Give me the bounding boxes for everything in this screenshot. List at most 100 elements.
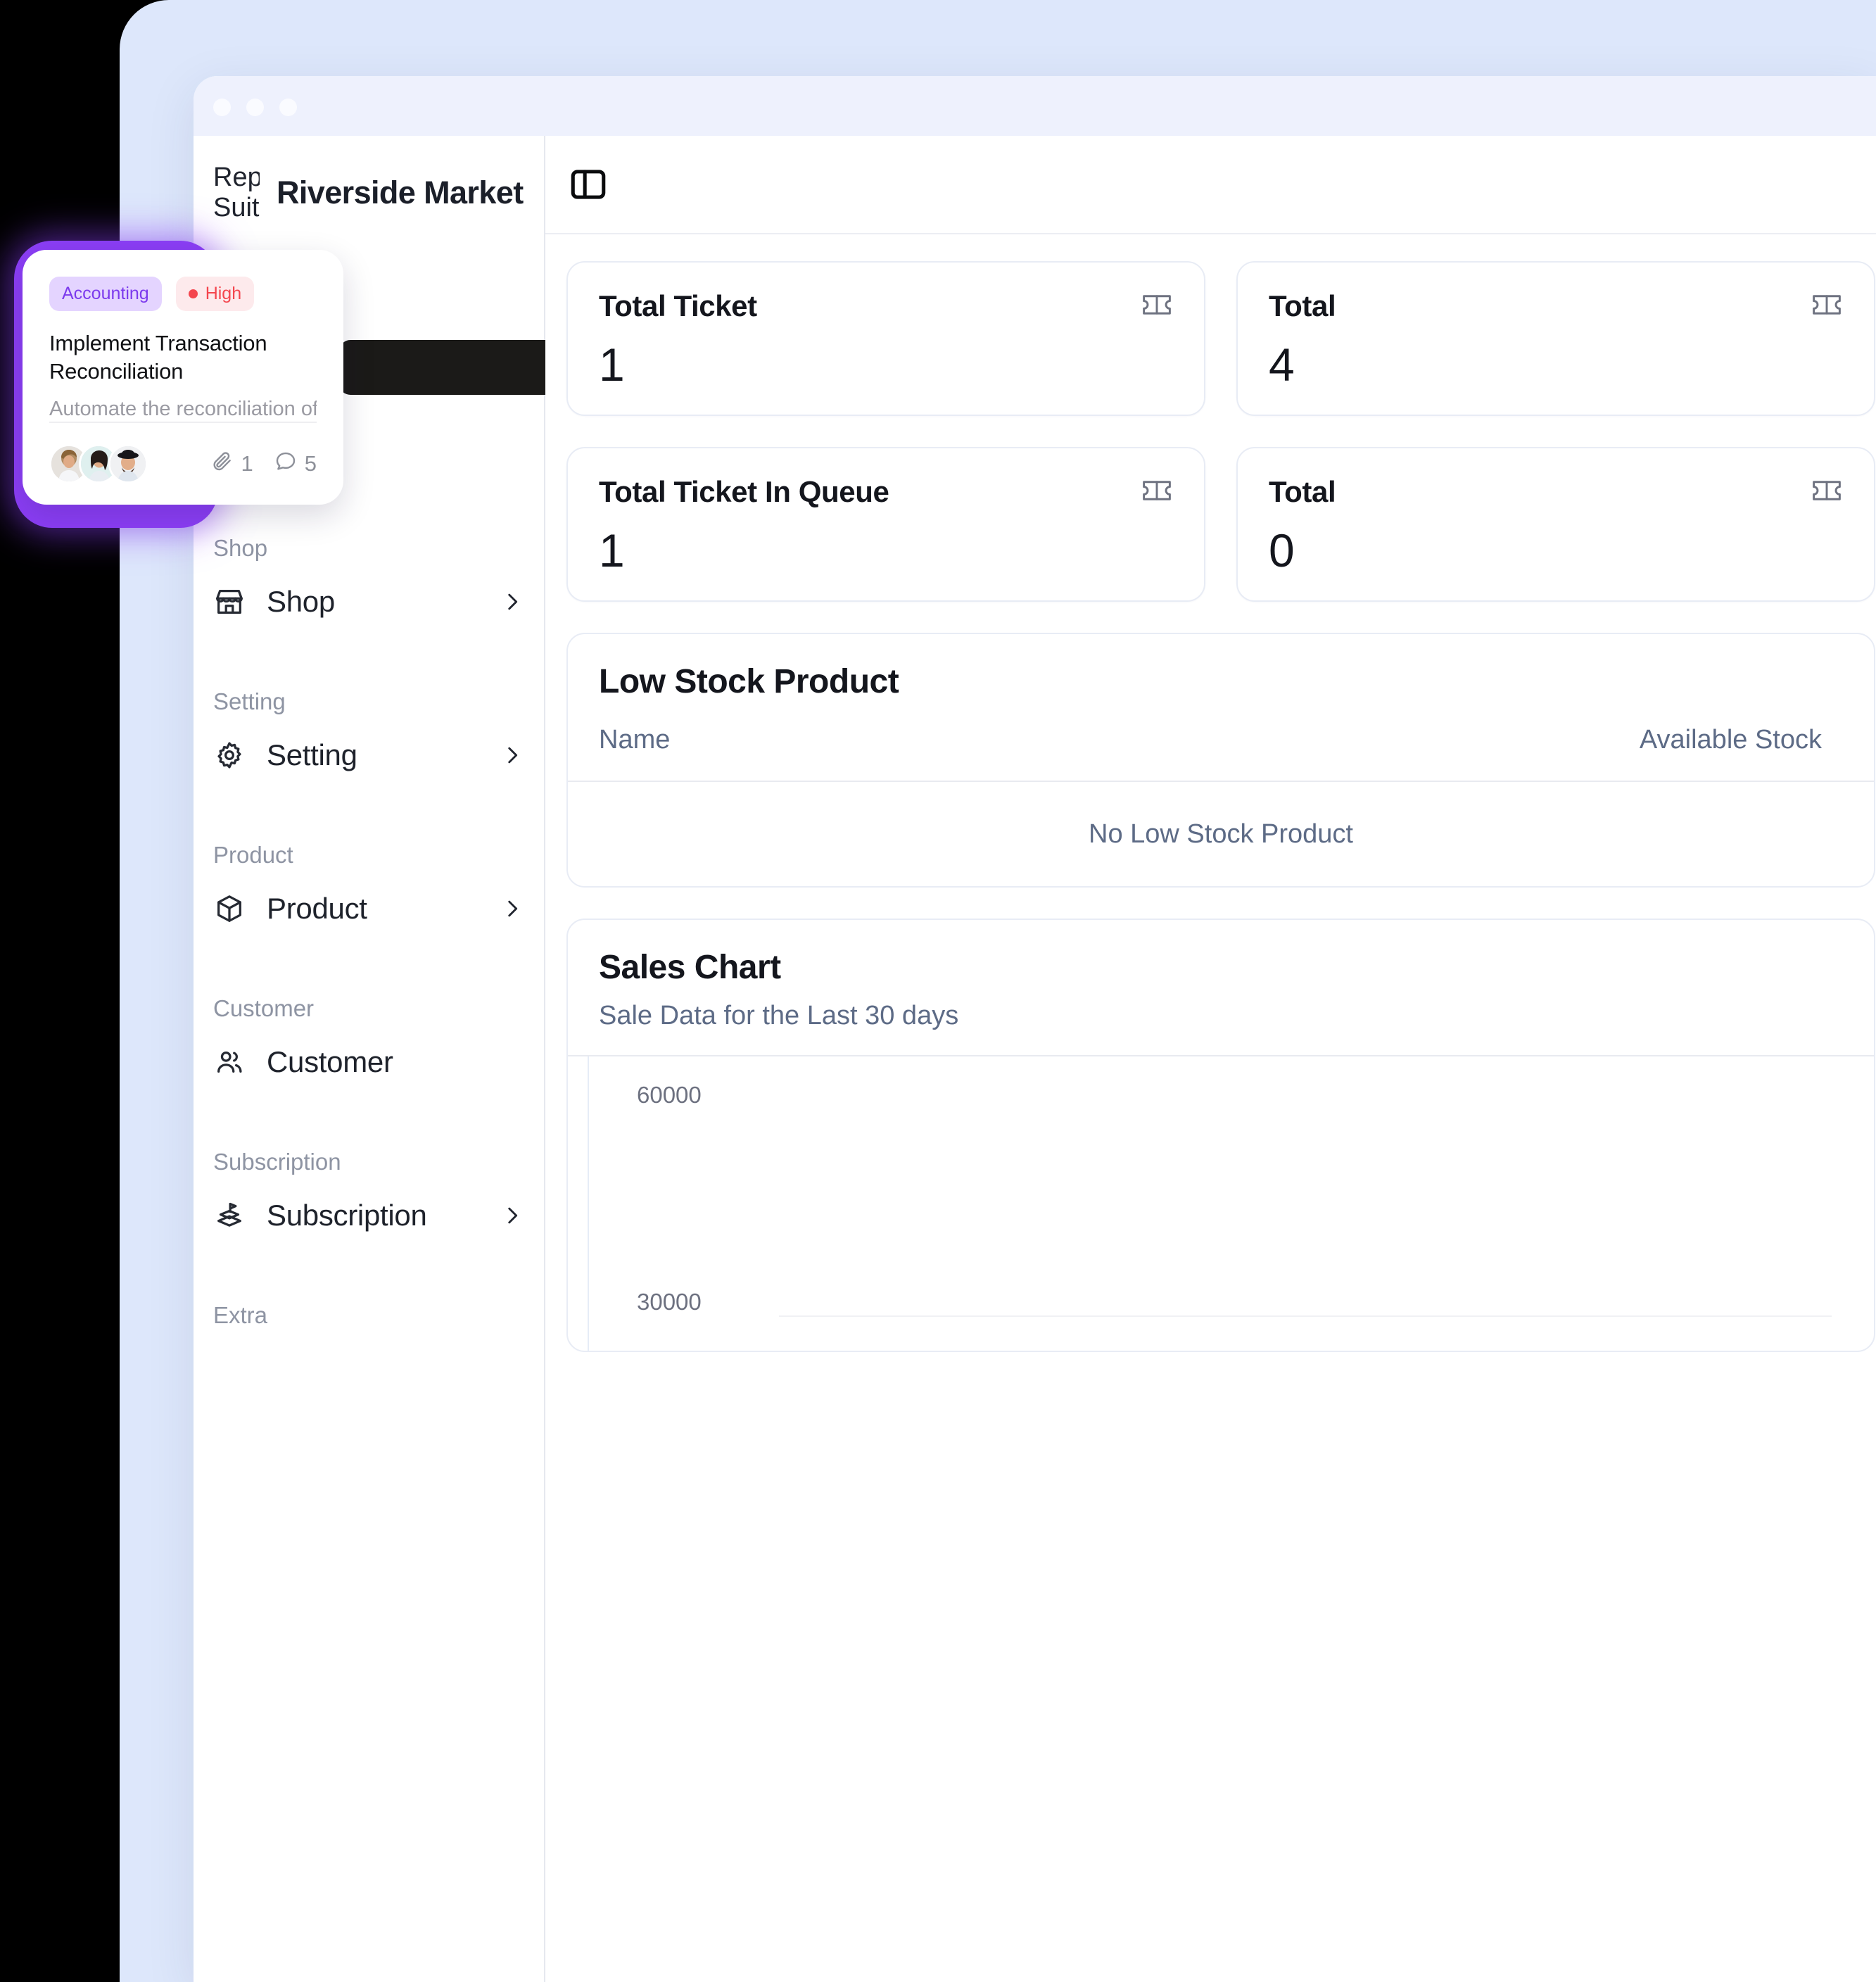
nav-group-setting: Setting Setting xyxy=(194,683,544,790)
nav-group-label-extra: Extra xyxy=(213,1302,268,1328)
priority-dot-icon xyxy=(188,289,198,298)
sidebar-toggle-icon[interactable] xyxy=(566,163,610,206)
window-traffic-lights xyxy=(213,99,297,116)
stat-card-total-ticket: Total Ticket 1 xyxy=(566,261,1205,416)
tag-category[interactable]: Accounting xyxy=(49,277,162,311)
sidebar-item-setting[interactable]: Setting xyxy=(194,720,544,790)
org-switcher[interactable]: Rep Suit Riverside Market xyxy=(194,136,561,246)
sidebar-item-label-setting: Setting xyxy=(267,738,357,771)
sales-chart-header: Sales Chart Sale Data for the Last 30 da… xyxy=(568,920,1874,1055)
nav-group-label-product: Product xyxy=(213,842,293,868)
low-stock-title: Low Stock Product xyxy=(599,663,899,700)
subscription-flag-icon xyxy=(213,1199,246,1232)
stat-card-header: Total Ticket xyxy=(599,289,1173,323)
task-card-meta: 1 5 xyxy=(211,450,317,478)
column-header-available-stock: Available Stock xyxy=(1639,725,1822,755)
app-logo-text: Rep Suit xyxy=(213,163,260,222)
stat-card-value: 4 xyxy=(1269,339,1295,391)
sidebar-item-label-subscription: Subscription xyxy=(267,1199,427,1232)
main-content: Total Ticket 1 Total 4 Total Ticket In Q… xyxy=(545,136,1876,1982)
attachment-count[interactable]: 1 xyxy=(211,450,253,478)
sales-chart-card: Sales Chart Sale Data for the Last 30 da… xyxy=(566,919,1875,1352)
task-card-tags: Accounting High xyxy=(49,277,317,311)
low-stock-table-header: Name Available Stock xyxy=(568,725,1874,781)
stat-card-title: Total Ticket In Queue xyxy=(599,475,889,508)
chevron-right-icon xyxy=(500,897,524,921)
low-stock-header: Low Stock Product xyxy=(568,634,1874,725)
nav-group-product: Product Product xyxy=(194,837,544,944)
sidebar-item-shop[interactable]: Shop xyxy=(194,567,544,637)
chart-gridline xyxy=(779,1315,1832,1317)
sidebar-item-product[interactable]: Product xyxy=(194,873,544,944)
stat-card-title: Total xyxy=(1269,475,1336,508)
ticket-icon xyxy=(1141,479,1173,506)
users-icon xyxy=(213,1046,246,1078)
stat-card-total-ticket-in-queue: Total Ticket In Queue 1 xyxy=(566,447,1205,602)
nav-group-label-subscription: Subscription xyxy=(213,1149,341,1175)
nav-group-subscription: Subscription Subscription xyxy=(194,1144,544,1251)
tag-priority[interactable]: High xyxy=(175,277,255,311)
column-header-name: Name xyxy=(599,725,671,755)
main-topbar xyxy=(545,136,1876,234)
window-titlebar xyxy=(194,76,1876,136)
box-icon xyxy=(213,892,246,925)
nav-group-shop: Shop Shop xyxy=(194,530,544,637)
browser-window: Rep Suit Riverside Market Shop Shop Sett… xyxy=(194,76,1876,1982)
chart-y-tick-60000: 60000 xyxy=(637,1082,702,1108)
nav-group-label-shop: Shop xyxy=(213,535,268,561)
ticket-icon xyxy=(1141,293,1173,320)
sidebar-nav: Shop Shop Setting Setting Product Produc… xyxy=(194,530,544,1362)
low-stock-product-card: Low Stock Product Name Available Stock N… xyxy=(566,633,1875,888)
sidebar-item-subscription[interactable]: Subscription xyxy=(194,1180,544,1251)
tag-priority-label: High xyxy=(205,284,242,303)
sidebar-item-label-customer: Customer xyxy=(267,1045,393,1078)
chart-y-tick-30000: 30000 xyxy=(637,1289,702,1315)
storefront-icon xyxy=(213,586,246,618)
maximize-dot-icon[interactable] xyxy=(279,99,297,116)
paperclip-icon xyxy=(211,450,234,478)
sidebar-item-customer[interactable]: Customer xyxy=(194,1027,544,1097)
sidebar-item-label-product: Product xyxy=(267,892,367,925)
sales-chart-plot: 60000 30000 xyxy=(568,1055,1874,1351)
sales-chart-subtitle: Sale Data for the Last 30 days xyxy=(599,1001,959,1030)
chevron-right-icon xyxy=(500,743,524,767)
gear-icon xyxy=(213,739,246,771)
comment-count-value: 5 xyxy=(304,451,317,476)
task-card[interactable]: Accounting High Implement Transaction Re… xyxy=(23,250,343,505)
org-name: Riverside Market xyxy=(277,174,524,210)
close-dot-icon[interactable] xyxy=(213,99,231,116)
empty-state-message: No Low Stock Product xyxy=(1089,819,1353,849)
stat-card-value: 1 xyxy=(599,339,625,391)
comment-icon xyxy=(274,450,297,478)
sidebar-item-label-shop: Shop xyxy=(267,585,335,618)
chevron-right-icon xyxy=(500,1204,524,1227)
comment-count[interactable]: 5 xyxy=(274,450,317,478)
window-body: Rep Suit Riverside Market Shop Shop Sett… xyxy=(194,136,1876,1982)
nav-group-label-customer: Customer xyxy=(213,995,315,1021)
stat-card-header: Total xyxy=(1269,289,1843,323)
stat-card-title: Total Ticket xyxy=(599,289,757,322)
stat-card-title: Total xyxy=(1269,289,1336,322)
stat-card-header: Total Ticket In Queue xyxy=(599,475,1173,509)
assignee-avatar-group[interactable] xyxy=(49,444,148,484)
task-card-description: Automate the reconciliation of b... xyxy=(49,398,317,421)
stat-card-value: 0 xyxy=(1269,524,1295,576)
stat-card-grid: Total Ticket 1 Total 4 Total Ticket In Q… xyxy=(566,261,1875,602)
chevron-right-icon xyxy=(500,590,524,614)
stat-card-secondary-top: Total 4 xyxy=(1236,261,1875,416)
nav-group-label-setting: Setting xyxy=(213,688,286,714)
chart-y-axis xyxy=(588,1056,589,1351)
stat-card-secondary-bottom: Total 0 xyxy=(1236,447,1875,602)
avatar xyxy=(108,444,148,484)
sales-chart-title: Sales Chart xyxy=(599,949,781,986)
task-card-footer: 1 5 xyxy=(49,423,317,484)
stat-card-header: Total xyxy=(1269,475,1843,509)
main-scroll-area: Total Ticket 1 Total 4 Total Ticket In Q… xyxy=(545,234,1876,1352)
stat-card-value: 1 xyxy=(599,524,625,576)
minimize-dot-icon[interactable] xyxy=(246,99,264,116)
nav-group-extra: Extra xyxy=(194,1297,544,1334)
